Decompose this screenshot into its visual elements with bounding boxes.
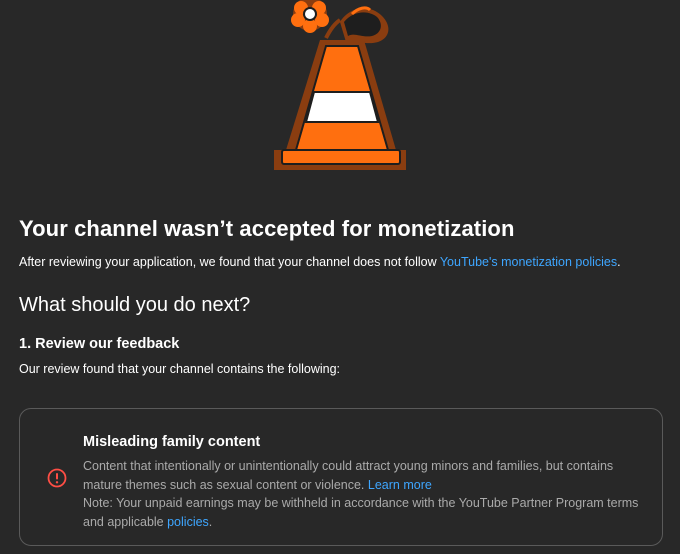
learn-more-link[interactable]: Learn more [368, 478, 432, 492]
page-subtitle: After reviewing your application, we fou… [19, 255, 621, 269]
error-circle-icon [47, 468, 67, 488]
next-steps-heading: What should you do next? [19, 294, 251, 316]
step-1-heading: 1. Review our feedback [19, 336, 180, 352]
monetization-policies-link[interactable]: YouTube's monetization policies [440, 255, 617, 269]
monetization-result-page: Your channel wasn’t accepted for monetiz… [0, 0, 680, 554]
step-1-description: Our review found that your channel conta… [19, 362, 341, 376]
feedback-description: Content that intentionally or unintentio… [83, 457, 651, 531]
feedback-description-text: Content that intentionally or unintentio… [83, 459, 614, 492]
subtitle-period: . [617, 255, 621, 269]
traffic-cone [274, 40, 406, 170]
feedback-note-period: . [208, 514, 213, 529]
flower-decoration [291, 0, 389, 44]
feedback-title: Misleading family content [83, 434, 261, 450]
page-title: Your channel wasn’t accepted for monetiz… [19, 216, 515, 241]
subtitle-text: After reviewing your application, we fou… [19, 255, 440, 269]
traffic-cone-with-flower-icon [274, 0, 406, 170]
feedback-card: Misleading family content Content that i… [19, 408, 663, 546]
policies-link[interactable]: policies [167, 515, 209, 529]
